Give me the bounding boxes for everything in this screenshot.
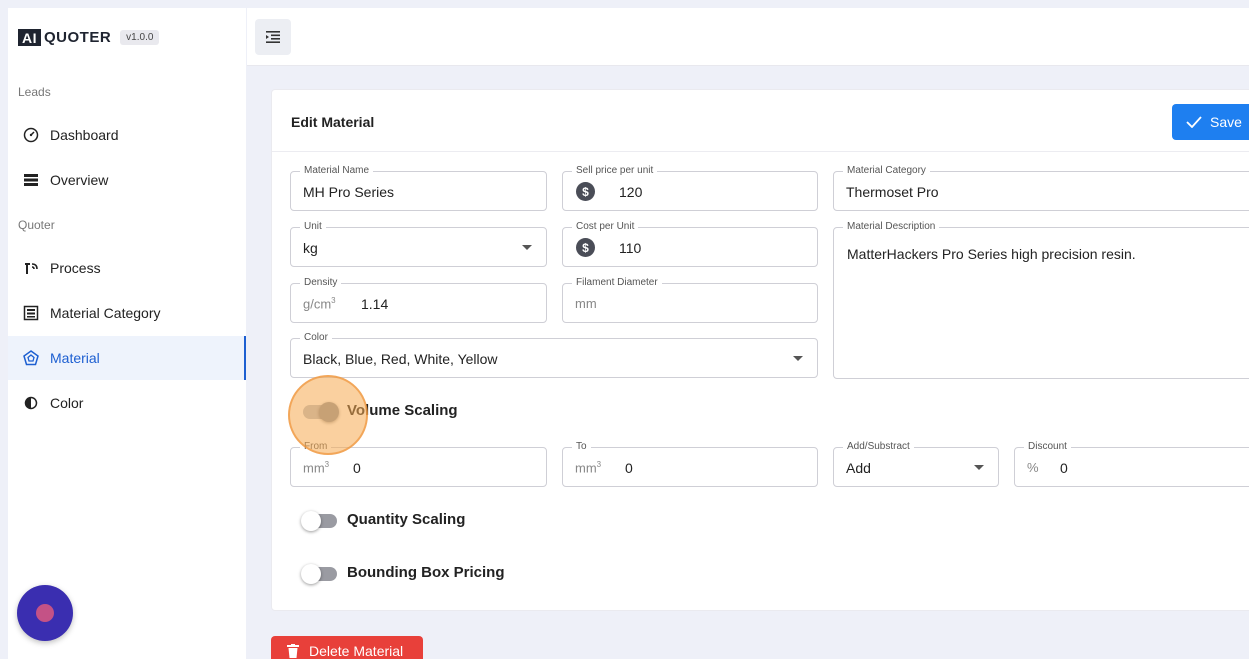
card-header: Edit Material Save <box>272 90 1249 152</box>
sidebar-item-label: Process <box>50 260 101 276</box>
logo-mark: AI <box>18 29 41 46</box>
material-category-field[interactable]: Material Category Thermoset Pro <box>833 165 1249 211</box>
sidebar-item-label: Overview <box>50 172 109 188</box>
top-bar <box>247 8 1249 66</box>
chevron-down-icon <box>522 245 532 250</box>
material-name-field[interactable]: Material Name MH Pro Series <box>290 165 547 211</box>
add-subtract-value: Add <box>846 460 871 476</box>
field-label: From <box>300 441 332 453</box>
chat-launcher-button[interactable] <box>17 585 73 641</box>
check-icon <box>1186 116 1202 128</box>
chat-icon <box>36 604 54 622</box>
category-icon <box>22 304 40 322</box>
section-label-quoter: Quoter <box>18 218 55 232</box>
menu-toggle-button[interactable] <box>255 19 291 55</box>
chevron-down-icon <box>793 356 803 361</box>
unit-value: kg <box>303 240 318 256</box>
volume-scaling-label: Volume Scaling <box>347 402 458 419</box>
sidebar: AI QUOTER v1.0.0 Leads Dashboard Overvie… <box>8 8 246 659</box>
toggle-knob <box>319 402 339 422</box>
save-button-label: Save <box>1210 114 1242 130</box>
density-field[interactable]: Density g/cm3 1.14 <box>290 277 547 323</box>
save-button[interactable]: Save <box>1172 104 1249 140</box>
version-badge: v1.0.0 <box>120 30 160 45</box>
discount-field[interactable]: Discount % 0 <box>1014 441 1249 487</box>
process-icon <box>22 259 40 277</box>
filament-diameter-input[interactable]: mm <box>575 296 597 311</box>
volume-to-input[interactable]: 0 <box>625 460 633 476</box>
field-label: Density <box>300 277 342 289</box>
toggle-knob <box>301 511 321 531</box>
to-unit: mm3 <box>575 460 602 476</box>
field-label: Discount <box>1024 441 1071 453</box>
sidebar-item-dashboard[interactable]: Dashboard <box>8 113 246 157</box>
dollar-icon: $ <box>576 182 595 201</box>
field-label: Sell price per unit <box>572 165 658 177</box>
cost-per-unit-input[interactable]: 110 <box>619 240 641 256</box>
filament-diameter-field[interactable]: Filament Diameter mm <box>562 277 818 323</box>
field-label: Add/Substract <box>843 441 914 453</box>
field-label: Filament Diameter <box>572 277 662 289</box>
field-label: Cost per Unit <box>572 221 639 233</box>
percent-unit: % <box>1027 460 1039 475</box>
field-label: To <box>572 441 591 453</box>
bounding-box-pricing-toggle[interactable] <box>301 564 337 584</box>
app-logo[interactable]: AI QUOTER v1.0.0 <box>18 29 160 46</box>
sidebar-item-label: Material Category <box>50 305 161 321</box>
delete-material-button[interactable]: Delete Material <box>271 636 423 659</box>
color-value: Black, Blue, Red, White, Yellow <box>303 351 498 367</box>
dollar-icon: $ <box>576 238 595 257</box>
gauge-icon <box>22 126 40 144</box>
cost-per-unit-field[interactable]: Cost per Unit $ 110 <box>562 221 818 267</box>
quantity-scaling-toggle[interactable] <box>301 511 337 531</box>
chevron-down-icon <box>974 465 984 470</box>
from-unit: mm3 <box>303 460 330 476</box>
contrast-icon <box>22 394 40 412</box>
sidebar-item-label: Material <box>50 350 100 366</box>
discount-input[interactable]: 0 <box>1060 460 1068 476</box>
material-icon <box>22 349 40 367</box>
sidebar-item-label: Dashboard <box>50 127 119 143</box>
volume-from-field[interactable]: From mm3 0 <box>290 441 547 487</box>
trash-icon <box>287 644 299 658</box>
field-label: Color <box>300 332 332 344</box>
sidebar-item-process[interactable]: Process <box>8 246 246 290</box>
volume-to-field[interactable]: To mm3 0 <box>562 441 818 487</box>
bounding-box-pricing-label: Bounding Box Pricing <box>347 564 505 581</box>
field-label: Unit <box>300 221 326 233</box>
color-select[interactable]: Color Black, Blue, Red, White, Yellow <box>290 332 818 378</box>
sidebar-item-material-category[interactable]: Material Category <box>8 291 246 335</box>
sidebar-item-overview[interactable]: Overview <box>8 158 246 202</box>
field-label: Material Description <box>843 221 940 232</box>
toggle-knob <box>301 564 321 584</box>
material-description-field[interactable]: Material Description MatterHackers Pro S… <box>833 221 1249 379</box>
section-label-leads: Leads <box>18 85 51 99</box>
volume-from-input[interactable]: 0 <box>353 460 361 476</box>
unit-select[interactable]: Unit kg <box>290 221 547 267</box>
quantity-scaling-label: Quantity Scaling <box>347 511 466 528</box>
delete-button-label: Delete Material <box>309 643 404 659</box>
sidebar-item-color[interactable]: Color <box>8 381 246 425</box>
sidebar-item-material[interactable]: Material <box>8 336 246 380</box>
page-title: Edit Material <box>291 114 375 130</box>
density-unit: g/cm3 <box>303 296 336 312</box>
logo-text: QUOTER <box>44 29 112 46</box>
sell-price-field[interactable]: Sell price per unit $ 120 <box>562 165 818 211</box>
material-description-input[interactable]: MatterHackers Pro Series high precision … <box>847 246 1136 262</box>
sell-price-input[interactable]: 120 <box>619 184 642 200</box>
list-icon <box>22 171 40 189</box>
field-label: Material Name <box>300 165 374 177</box>
material-name-input[interactable]: MH Pro Series <box>303 184 394 200</box>
menu-collapse-icon <box>266 31 280 43</box>
material-category-input[interactable]: Thermoset Pro <box>846 184 939 200</box>
sidebar-item-label: Color <box>50 395 84 411</box>
field-label: Material Category <box>843 165 930 177</box>
density-input[interactable]: 1.14 <box>361 296 388 312</box>
volume-scaling-toggle[interactable] <box>303 402 339 422</box>
add-subtract-select[interactable]: Add/Substract Add <box>833 441 999 487</box>
